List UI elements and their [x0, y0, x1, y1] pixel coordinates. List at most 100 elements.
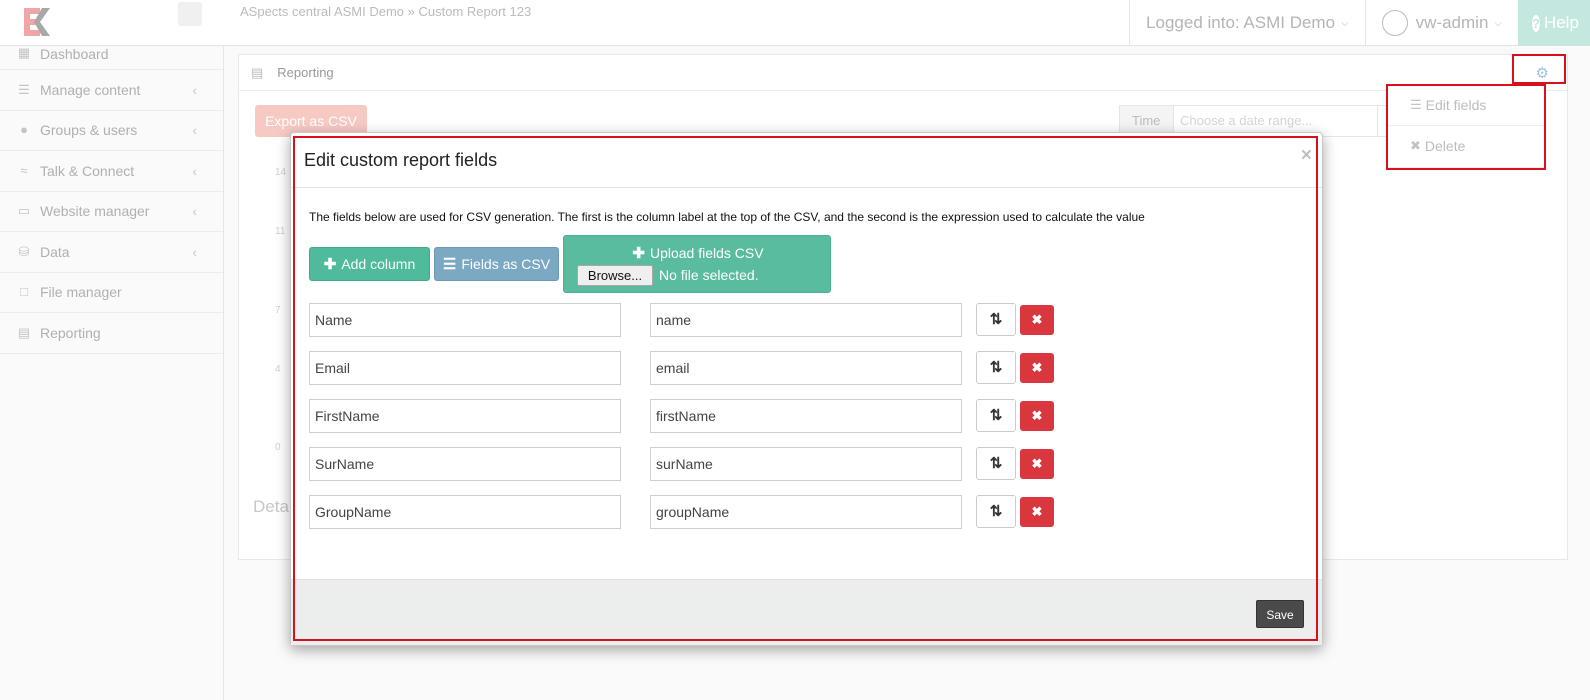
delete-row-button[interactable]: ✖: [1020, 497, 1054, 527]
sidebar-item-file-manager[interactable]: □ File manager: [0, 273, 223, 313]
sort-icon[interactable]: ⇅: [976, 399, 1016, 432]
fields-as-csv-label: Fields as CSV: [461, 256, 551, 272]
delete-row-button[interactable]: ✖: [1020, 305, 1054, 335]
edit-fields-menu-item[interactable]: ☰ Edit fields: [1388, 84, 1544, 126]
column-label-input[interactable]: GroupName: [309, 495, 621, 529]
top-right-nav: Logged into: ASMI Demo ⌵ vw-admin ⌵ ? He…: [1129, 0, 1590, 46]
modal-header: Edit custom report fields ×: [291, 133, 1322, 188]
sort-icon[interactable]: ⇅: [976, 351, 1016, 384]
sidebar-item-label: Manage content: [40, 81, 141, 98]
expression-input[interactable]: firstName: [650, 399, 962, 433]
account-selector[interactable]: Logged into: ASMI Demo ⌵: [1129, 0, 1365, 46]
bar-chart-icon: ▤: [17, 324, 31, 340]
sidebar-item-groups-users[interactable]: ● Groups & users ‹: [0, 111, 223, 151]
dashboard-icon: ▦: [17, 45, 31, 60]
layers-icon: ☰: [18, 81, 30, 97]
column-label-input[interactable]: FirstName: [309, 399, 621, 433]
sort-icon[interactable]: ⇅: [976, 447, 1016, 480]
sidebar-item-manage-content[interactable]: ☰ Manage content ‹: [0, 70, 223, 111]
bar-chart-icon: ▤: [251, 64, 264, 80]
sidebar-item-label: Talk & Connect: [40, 162, 135, 179]
help-label: Help: [1543, 13, 1579, 32]
chevron-left-icon: ‹: [192, 243, 197, 260]
user-menu[interactable]: vw-admin ⌵: [1364, 0, 1518, 46]
logged-into-label: Logged into: ASMI Demo: [1146, 13, 1336, 32]
user-icon: ●: [20, 122, 28, 138]
chevron-left-icon: ‹: [192, 122, 197, 139]
add-column-label: Add column: [341, 256, 416, 272]
modal-footer: Save: [291, 579, 1322, 645]
user-name: vw-admin: [1415, 13, 1489, 32]
field-row: SurName surName ⇅ ✖: [309, 447, 1055, 481]
sidebar-item-reporting[interactable]: ▤ Reporting: [0, 313, 223, 354]
y-tick: 4: [275, 364, 281, 375]
sidebar-item-label: Reporting: [40, 324, 101, 341]
upload-label: ✚ Upload fields CSV: [564, 244, 832, 262]
edit-fields-modal: Edit custom report fields × The fields b…: [290, 132, 1323, 646]
chevron-left-icon: ‹: [192, 203, 197, 220]
expression-input[interactable]: groupName: [650, 495, 962, 529]
browse-button[interactable]: Browse...: [577, 265, 653, 286]
logo[interactable]: [24, 6, 58, 38]
expression-input[interactable]: email: [650, 351, 962, 385]
upload-fields-csv: ✚ Upload fields CSV Browse... No file sel…: [563, 235, 831, 293]
sidebar-item-label: Data: [40, 243, 70, 260]
sidebar-item-label: File manager: [40, 284, 122, 301]
field-row: Email email ⇅ ✖: [309, 351, 1055, 385]
plus-icon: ✚: [632, 245, 645, 262]
list-icon: ☰: [1410, 96, 1422, 112]
delete-row-button[interactable]: ✖: [1020, 353, 1054, 383]
breadcrumb[interactable]: ASpects central ASMI Demo » Custom Repor…: [240, 4, 531, 19]
question-icon: ?: [1532, 14, 1540, 32]
delete-row-button[interactable]: ✖: [1020, 449, 1054, 479]
delete-menu-item[interactable]: ✖ Delete: [1388, 126, 1544, 166]
wifi-icon: ≈: [20, 162, 28, 178]
sidebar-item-website-manager[interactable]: ▭ Website manager ‹: [0, 192, 223, 232]
field-row: FirstName firstName ⇅ ✖: [309, 399, 1055, 433]
add-column-button[interactable]: ✚ Add column: [309, 247, 430, 281]
column-label-input[interactable]: Email: [309, 351, 621, 385]
expression-input[interactable]: surName: [650, 447, 962, 481]
file-icon: □: [20, 284, 28, 300]
help-button[interactable]: ? Help: [1518, 0, 1590, 46]
globe-icon: [1381, 10, 1408, 36]
modal-title: Edit custom report fields: [304, 150, 498, 170]
field-row: Name name ⇅ ✖: [309, 303, 1055, 337]
expression-input[interactable]: name: [650, 303, 962, 337]
sidebar-item-data[interactable]: ⛁ Data ‹: [0, 232, 223, 273]
laptop-icon: ▭: [17, 203, 31, 219]
file-status: No file selected.: [659, 267, 759, 283]
menu-toggle[interactable]: [178, 2, 202, 26]
sidebar-item-label: Groups & users: [40, 122, 138, 139]
sidebar-item-label: Dashboard: [40, 46, 109, 62]
upload-fields-text: Upload fields CSV: [649, 245, 764, 261]
modal-description: The fields below are used for CSV genera…: [309, 210, 1145, 224]
sidebar-item-talk-connect[interactable]: ≈ Talk & Connect ‹: [0, 151, 223, 192]
edit-fields-label: Edit fields: [1425, 96, 1487, 113]
list-icon: ☰: [442, 256, 457, 273]
chevron-down-icon: ⌵: [1341, 17, 1349, 29]
column-label-input[interactable]: Name: [309, 303, 621, 337]
close-icon[interactable]: ×: [1301, 145, 1312, 167]
fields-as-csv-button[interactable]: ☰ Fields as CSV: [434, 247, 559, 281]
y-tick: 11: [275, 226, 286, 237]
save-button[interactable]: Save: [1256, 600, 1304, 628]
sort-icon[interactable]: ⇅: [976, 303, 1016, 336]
delete-label: Delete: [1424, 138, 1466, 154]
y-tick: 7: [275, 305, 281, 316]
chevron-left-icon: ‹: [192, 81, 197, 98]
sidebar: ▦ Dashboard ☰ Manage content ‹ ● Groups …: [0, 46, 224, 700]
delete-row-button[interactable]: ✖: [1020, 401, 1054, 431]
top-bar: ASpects central ASMI Demo » Custom Repor…: [0, 0, 1590, 46]
chevron-left-icon: ‹: [192, 162, 197, 179]
sidebar-item-label: Website manager: [40, 203, 150, 220]
panel-header: ▤ Reporting: [239, 55, 1567, 91]
panel-title: Reporting: [277, 65, 334, 80]
y-tick: 0: [275, 442, 281, 453]
sort-icon[interactable]: ⇅: [976, 495, 1016, 528]
sidebar-item-dashboard[interactable]: ▦ Dashboard: [0, 46, 223, 70]
settings-dropdown: ☰ Edit fields ✖ Delete: [1388, 84, 1544, 168]
gear-icon[interactable]: ⚙: [1536, 64, 1549, 82]
plus-icon: ✚: [323, 256, 337, 273]
column-label-input[interactable]: SurName: [309, 447, 621, 481]
